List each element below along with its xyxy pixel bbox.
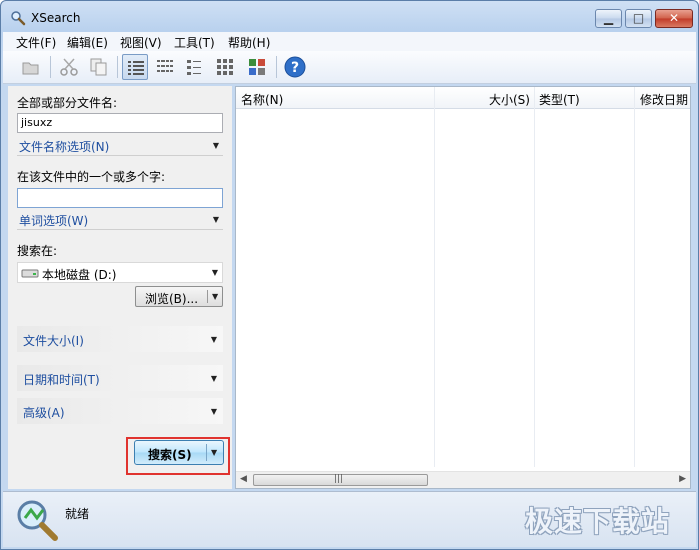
close-icon: ✕ <box>668 11 680 25</box>
small-icons-view-button[interactable] <box>182 54 208 80</box>
copy-button[interactable] <box>86 54 112 80</box>
help-button[interactable]: ? <box>282 54 308 80</box>
menu-bar: 文件(F) 编辑(E) 视图(V) 工具(T) 帮助(H) <box>3 32 696 51</box>
results-list[interactable]: 名称(N) 大小(S) 类型(T) 修改日期 ◀ ||| ▶ <box>235 86 691 489</box>
list-view-button[interactable] <box>152 54 178 80</box>
large-icons-view-icon <box>217 59 233 75</box>
column-divider <box>634 87 635 467</box>
menu-tools[interactable]: 工具(T) <box>174 34 215 51</box>
minimize-button[interactable]: ▁ <box>595 9 622 28</box>
chevron-down-icon: ▼ <box>211 268 218 277</box>
cut-button[interactable] <box>56 54 82 80</box>
chevron-down-icon: ▼ <box>212 141 219 150</box>
results-header: 名称(N) 大小(S) 类型(T) 修改日期 <box>236 87 690 109</box>
details-view-button[interactable] <box>122 54 148 80</box>
words-input[interactable] <box>17 188 223 208</box>
status-text: 就绪 <box>65 507 90 521</box>
horizontal-scrollbar[interactable]: ◀ ||| ▶ <box>236 471 690 488</box>
filename-label: 全部或部分文件名: <box>17 96 118 110</box>
open-icon <box>22 62 39 75</box>
column-divider <box>534 87 535 467</box>
list-view-icon <box>157 60 173 72</box>
minimize-icon: ▁ <box>603 11 614 25</box>
menu-file[interactable]: 文件(F) <box>16 34 56 51</box>
chevron-down-icon: ▼ <box>212 292 219 301</box>
copy-icon <box>90 58 107 76</box>
small-icons-view-icon <box>187 60 201 75</box>
thumbnails-view-icon <box>249 59 265 75</box>
help-icon: ? <box>284 56 306 78</box>
date-time-section[interactable]: 日期和时间(T) ▼ <box>17 365 223 391</box>
cut-icon <box>60 58 78 76</box>
word-options-dropdown[interactable]: 单词选项(W) ▼ <box>17 210 223 230</box>
chevron-down-icon: ▼ <box>210 407 217 416</box>
browse-label: 浏览(B)... <box>145 292 199 306</box>
advanced-section[interactable]: 高级(A) ▼ <box>17 398 223 424</box>
svg-text:?: ? <box>291 60 299 76</box>
toolbar-separator <box>117 56 118 78</box>
toolbar: ? <box>3 51 696 84</box>
divider <box>17 155 223 156</box>
drive-icon <box>21 267 39 282</box>
menu-edit[interactable]: 编辑(E) <box>67 34 108 51</box>
words-label: 在该文件中的一个或多个字: <box>17 170 166 184</box>
details-view-icon <box>128 61 144 75</box>
column-size[interactable]: 大小(S) <box>489 91 530 108</box>
divider <box>207 290 208 303</box>
divider <box>17 229 223 230</box>
app-window: XSearch ▁ □ ✕ 文件(F) 编辑(E) 视图(V) 工具(T) 帮助… <box>0 0 699 550</box>
status-bar: 就绪 极速下载站 <box>3 491 696 547</box>
chevron-down-icon: ▼ <box>212 215 219 224</box>
maximize-icon: □ <box>632 11 645 25</box>
watermark: 极速下载站 <box>525 505 671 538</box>
chevron-down-icon: ▼ <box>210 374 217 383</box>
window-title: XSearch <box>31 11 81 25</box>
search-status-icon <box>13 496 61 547</box>
title-bar: XSearch ▁ □ ✕ <box>1 1 698 33</box>
drive-name: 本地磁盘 (D:) <box>42 268 117 282</box>
scroll-right-icon[interactable]: ▶ <box>679 474 686 484</box>
file-size-label: 文件大小(I) <box>23 334 84 348</box>
thumbnails-view-button[interactable] <box>244 54 270 80</box>
column-modified[interactable]: 修改日期 <box>640 91 688 108</box>
search-in-label: 搜索在: <box>17 244 58 258</box>
scrollbar-thumb[interactable]: ||| <box>253 474 428 486</box>
toolbar-separator <box>276 56 277 78</box>
browse-button[interactable]: 浏览(B)... ▼ <box>135 286 223 307</box>
search-location-select[interactable]: 本地磁盘 (D:) ▼ <box>17 262 223 283</box>
scroll-left-icon[interactable]: ◀ <box>240 474 247 484</box>
menu-view[interactable]: 视图(V) <box>120 34 162 51</box>
menu-help[interactable]: 帮助(H) <box>228 34 270 51</box>
search-panel: 全部或部分文件名: jisuxz 文件名称选项(N) ▼ 在该文件中的一个或多个… <box>8 86 232 489</box>
filename-options-dropdown[interactable]: 文件名称选项(N) ▼ <box>17 136 223 156</box>
chevron-down-icon: ▼ <box>210 335 217 344</box>
column-name[interactable]: 名称(N) <box>241 91 283 108</box>
advanced-label: 高级(A) <box>23 406 65 420</box>
filename-options-label: 文件名称选项(N) <box>19 140 110 154</box>
date-time-label: 日期和时间(T) <box>23 373 100 387</box>
open-button[interactable] <box>18 54 44 80</box>
column-divider <box>434 87 435 467</box>
toolbar-separator <box>50 56 51 78</box>
file-size-section[interactable]: 文件大小(I) ▼ <box>17 326 223 352</box>
large-icons-view-button[interactable] <box>212 54 238 80</box>
column-type[interactable]: 类型(T) <box>539 91 580 108</box>
filename-input[interactable]: jisuxz <box>17 113 223 133</box>
highlight-box <box>126 437 230 475</box>
magnifier-icon <box>10 10 26 26</box>
close-button[interactable]: ✕ <box>655 9 693 28</box>
grip-icon: ||| <box>334 474 344 484</box>
word-options-label: 单词选项(W) <box>19 214 89 228</box>
maximize-button[interactable]: □ <box>625 9 652 28</box>
